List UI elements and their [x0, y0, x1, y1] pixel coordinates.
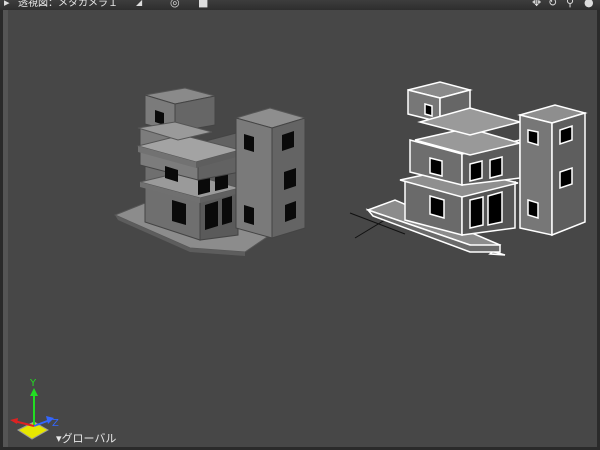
- target-icon[interactable]: ◎: [170, 0, 180, 8]
- viewport-title[interactable]: 透視図：メタカメラ１: [18, 0, 118, 9]
- y-axis-label: Y: [30, 378, 37, 389]
- crosshair-icon[interactable]: ✥: [532, 0, 541, 8]
- z-axis-label: Z: [52, 418, 59, 429]
- rotate-icon[interactable]: ↻: [548, 0, 557, 8]
- zoom-icon[interactable]: ⚲: [566, 0, 574, 8]
- y-axis-arrow-icon: [30, 388, 38, 396]
- axis-gizmo[interactable]: [10, 388, 54, 440]
- 3d-viewport[interactable]: [8, 10, 597, 447]
- x-axis-arrow-icon: [10, 418, 18, 424]
- coordinate-space-dropdown[interactable]: ▾グローバル: [56, 430, 116, 446]
- dropdown-corner-icon[interactable]: ◢: [136, 0, 142, 8]
- wireframe-building-model[interactable]: [365, 81, 588, 256]
- viewport-titlebar: ▸ 透視図：メタカメラ１ ◢ ◎ ■ ✥ ↻ ⚲ ●: [0, 0, 600, 10]
- menu-triangle-icon[interactable]: ▸: [4, 0, 10, 8]
- circle-icon[interactable]: ●: [584, 0, 594, 8]
- textured-building-model[interactable]: [113, 87, 307, 256]
- cube-icon[interactable]: ■: [198, 0, 208, 8]
